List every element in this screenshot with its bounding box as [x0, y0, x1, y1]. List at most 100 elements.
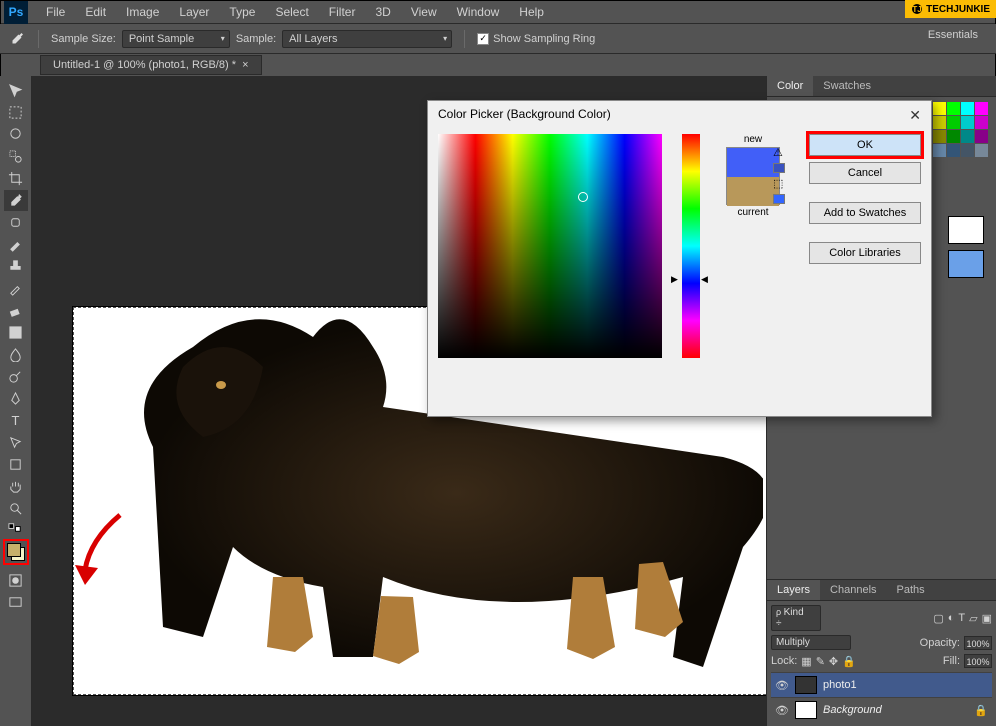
new-label: new — [744, 134, 762, 145]
pen-tool[interactable] — [4, 388, 28, 409]
lock-position-icon[interactable]: ✥ — [829, 655, 838, 668]
websafe-warning-icon[interactable]: ⬚ — [773, 177, 785, 190]
filter-smart-icon[interactable]: ▣ — [982, 612, 992, 625]
dialog-close-button[interactable]: ✕ — [909, 107, 921, 124]
lock-pixels-icon[interactable]: ✎ — [816, 655, 825, 668]
current-color-swatch[interactable] — [727, 177, 779, 206]
websafe-color-icon[interactable] — [773, 194, 785, 204]
saturation-value-field[interactable] — [438, 134, 662, 358]
menu-help[interactable]: Help — [509, 5, 554, 19]
cancel-button[interactable]: Cancel — [809, 162, 921, 184]
layer-filter-kind[interactable]: ρ Kind ÷ — [771, 605, 821, 631]
color-panel-tab[interactable]: Color — [767, 76, 813, 96]
menu-layer[interactable]: Layer — [169, 5, 219, 19]
visibility-toggle[interactable]: 👁 — [775, 678, 789, 692]
menu-file[interactable]: File — [36, 5, 75, 19]
heal-tool[interactable] — [4, 212, 28, 233]
options-bar: Sample Size: Point Sample Sample: All La… — [0, 24, 996, 54]
layer-name: Background — [823, 704, 882, 716]
gamut-color-icon[interactable] — [773, 163, 785, 173]
shape-tool[interactable] — [4, 454, 28, 475]
menu-type[interactable]: Type — [219, 5, 265, 19]
lock-all-icon[interactable]: 🔒 — [842, 655, 856, 668]
opacity-value[interactable]: 100% — [964, 636, 992, 650]
lasso-tool[interactable] — [4, 124, 28, 145]
marquee-tool[interactable] — [4, 102, 28, 123]
menu-select[interactable]: Select — [265, 5, 318, 19]
swap-colors-icon[interactable] — [4, 520, 28, 534]
history-thumb[interactable] — [948, 250, 984, 278]
photoshop-logo: Ps — [4, 0, 28, 24]
foreground-background-colors[interactable] — [3, 539, 29, 565]
add-to-swatches-button[interactable]: Add to Swatches — [809, 202, 921, 224]
foreground-color-swatch[interactable] — [7, 543, 21, 557]
tool-palette: T — [0, 76, 32, 726]
dialog-title: Color Picker (Background Color) — [438, 107, 611, 124]
sample-dropdown[interactable]: All Layers — [282, 30, 452, 48]
hand-tool[interactable] — [4, 476, 28, 497]
watermark-badge: TJ TECHJUNKIE — [905, 0, 996, 18]
dodge-tool[interactable] — [4, 366, 28, 387]
menu-view[interactable]: View — [401, 5, 447, 19]
eyedropper-tool[interactable] — [4, 190, 28, 211]
crop-tool[interactable] — [4, 168, 28, 189]
filter-adj-icon[interactable]: ◐ — [948, 612, 955, 624]
document-tab[interactable]: Untitled-1 @ 100% (photo1, RGB/8) * × — [40, 55, 262, 75]
color-preview — [726, 147, 780, 205]
lock-transparency-icon[interactable]: ▦ — [801, 655, 811, 668]
stamp-tool[interactable] — [4, 256, 28, 277]
path-select-tool[interactable] — [4, 432, 28, 453]
filter-pixel-icon[interactable]: ▢ — [933, 612, 943, 625]
hue-slider-arrow-left[interactable]: ▶ — [671, 274, 678, 285]
history-brush-tool[interactable] — [4, 278, 28, 299]
layers-tab[interactable]: Layers — [767, 580, 820, 600]
gamut-warning-icon[interactable]: ⚠ — [773, 146, 785, 159]
visibility-toggle[interactable]: 👁 — [775, 703, 789, 717]
menu-3d[interactable]: 3D — [365, 5, 400, 19]
menu-image[interactable]: Image — [116, 5, 169, 19]
move-tool[interactable] — [4, 80, 28, 101]
svg-text:TJ: TJ — [912, 5, 921, 14]
color-libraries-button[interactable]: Color Libraries — [809, 242, 921, 264]
layer-thumb — [795, 701, 817, 719]
sample-size-label: Sample Size: — [51, 33, 116, 45]
fill-label: Fill: — [943, 655, 960, 667]
opacity-label: Opacity: — [920, 637, 960, 649]
new-color-swatch — [727, 148, 779, 177]
layer-name: photo1 — [823, 679, 857, 691]
gradient-tool[interactable] — [4, 322, 28, 343]
filter-shape-icon[interactable]: ▱ — [969, 612, 977, 625]
menu-edit[interactable]: Edit — [75, 5, 116, 19]
layer-thumb — [795, 676, 817, 694]
layer-row-background[interactable]: 👁 Background 🔒 — [771, 697, 992, 722]
channels-tab[interactable]: Channels — [820, 580, 886, 600]
swatches-panel-tab[interactable]: Swatches — [813, 76, 881, 96]
menu-window[interactable]: Window — [447, 5, 510, 19]
layer-row-photo1[interactable]: 👁 photo1 — [771, 672, 992, 697]
quickmask-toggle[interactable] — [4, 570, 28, 591]
menu-filter[interactable]: Filter — [319, 5, 366, 19]
fill-value[interactable]: 100% — [964, 654, 992, 668]
brush-tool[interactable] — [4, 234, 28, 255]
sample-size-dropdown[interactable]: Point Sample — [122, 30, 230, 48]
document-tabs: Untitled-1 @ 100% (photo1, RGB/8) * × — [0, 54, 996, 76]
annotation-arrow — [70, 510, 130, 590]
show-sampling-ring-checkbox[interactable]: ✓ — [477, 33, 489, 45]
ok-button[interactable]: OK — [809, 134, 921, 156]
workspace-selector[interactable]: Essentials — [920, 26, 986, 44]
swatches-grid[interactable] — [929, 98, 992, 161]
hue-slider-arrow-right[interactable]: ◀ — [701, 274, 708, 285]
hue-slider[interactable] — [682, 134, 700, 358]
eyedropper-tool-icon — [8, 30, 26, 48]
quick-select-tool[interactable] — [4, 146, 28, 167]
filter-type-icon[interactable]: T — [958, 612, 965, 624]
paths-tab[interactable]: Paths — [887, 580, 935, 600]
sample-label: Sample: — [236, 33, 276, 45]
zoom-tool[interactable] — [4, 498, 28, 519]
type-tool[interactable]: T — [4, 410, 28, 431]
blend-mode-dropdown[interactable]: Multiply — [771, 635, 851, 650]
navigator-thumb[interactable] — [948, 216, 984, 244]
eraser-tool[interactable] — [4, 300, 28, 321]
screenmode-toggle[interactable] — [4, 592, 28, 613]
blur-tool[interactable] — [4, 344, 28, 365]
